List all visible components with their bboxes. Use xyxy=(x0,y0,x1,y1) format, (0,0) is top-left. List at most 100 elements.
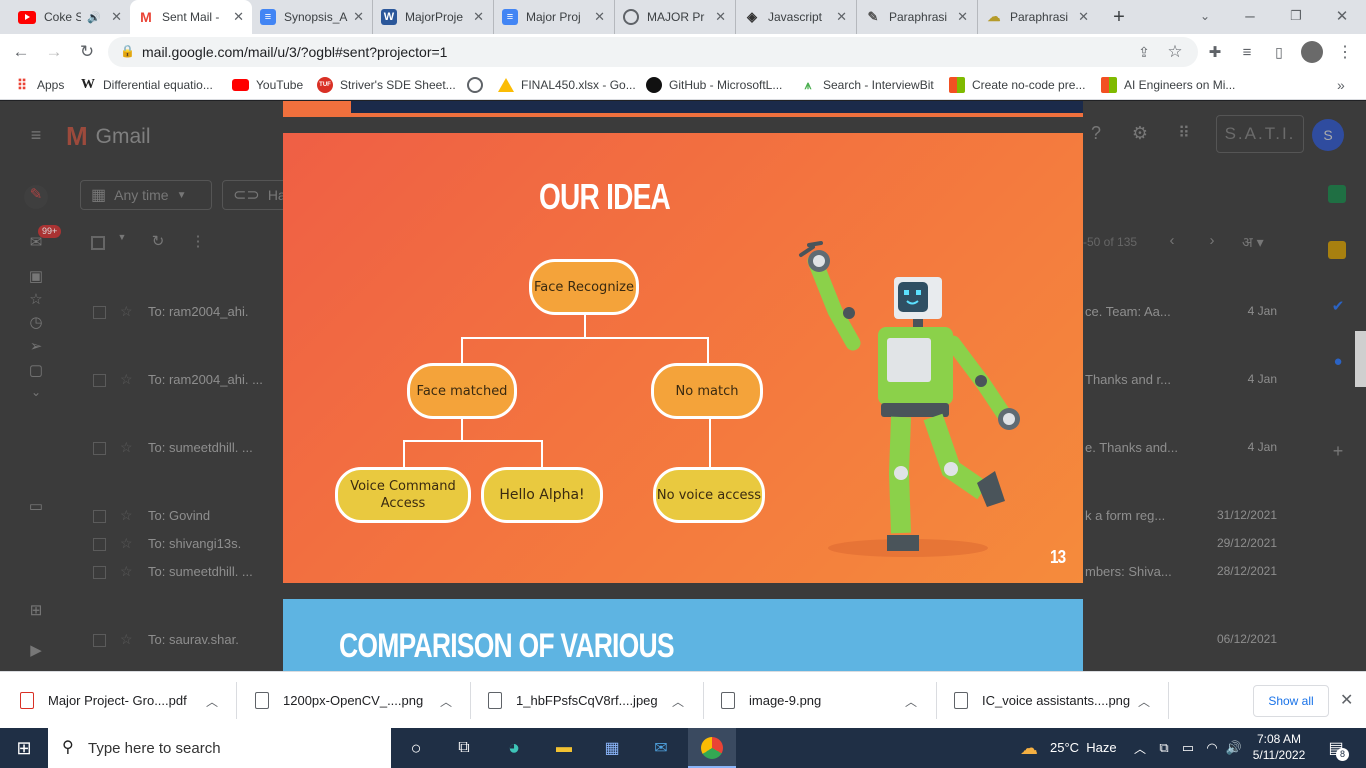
bookmark-github[interactable]: GitHub - MicrosoftL... xyxy=(646,76,782,94)
row-checkbox[interactable] xyxy=(93,566,106,579)
volume-icon[interactable]: 🔊 xyxy=(1222,736,1246,760)
bookmark-differential[interactable]: W Differential equatio... xyxy=(80,76,213,94)
download-item[interactable]: image-9.png ︿ xyxy=(721,672,931,729)
side-panel-icon[interactable]: ▯ xyxy=(1267,40,1291,64)
account-avatar[interactable]: S xyxy=(1312,119,1344,151)
media-control-icon[interactable]: ≡ xyxy=(1235,40,1259,64)
star-icon[interactable]: ☆ xyxy=(120,507,133,524)
account-logo[interactable]: S.A.T.I. xyxy=(1216,115,1304,153)
new-tab-icon[interactable]: + xyxy=(1107,5,1131,29)
reload-icon[interactable]: ↻ xyxy=(75,40,99,64)
gmail-logo[interactable]: M Gmail xyxy=(66,121,151,152)
presentation-slide[interactable]: OUR IDEA Face Recognize Face matched No … xyxy=(283,133,1083,583)
chrome-taskbar-item[interactable] xyxy=(688,728,736,768)
chevron-up-icon[interactable]: ︿ xyxy=(905,693,917,710)
close-tab-icon[interactable]: ✕ xyxy=(233,9,244,25)
download-item[interactable]: 1200px-OpenCV_....png ︿ xyxy=(255,672,465,729)
more-icon[interactable]: ⌄ xyxy=(26,385,46,405)
close-tab-icon[interactable]: ✕ xyxy=(957,9,968,25)
select-all-checkbox[interactable] xyxy=(91,236,105,250)
star-icon[interactable]: ☆ xyxy=(120,439,133,456)
show-hidden-icons[interactable]: ︿ xyxy=(1128,736,1152,760)
tab-sent-mail[interactable]: M Sent Mail - ✕ xyxy=(130,0,252,34)
profile-avatar[interactable] xyxy=(1300,40,1324,64)
close-tab-icon[interactable]: ✕ xyxy=(111,9,122,25)
bookmark-final450[interactable]: FINAL450.xlsx - Go... xyxy=(498,76,636,94)
apps-grid-icon[interactable]: ⠿ xyxy=(1174,123,1194,143)
close-window-icon[interactable]: ✕ xyxy=(1330,4,1354,28)
tab-major-proj[interactable]: ≡ Major Proj ✕ xyxy=(493,0,613,34)
forward-icon[interactable]: → xyxy=(42,40,66,64)
weather-text[interactable]: 25°C Haze xyxy=(1050,740,1117,755)
close-tab-icon[interactable]: ✕ xyxy=(473,9,484,25)
bookmark-interviewbit[interactable]: ⩚ Search - InterviewBit xyxy=(800,76,934,94)
tab-coke[interactable]: Coke S 🔊 ✕ xyxy=(10,0,130,34)
snoozed-icon[interactable]: ◷ xyxy=(26,313,46,333)
tab-paraphrase-1[interactable]: ✎ Paraphrasi ✕ xyxy=(856,0,976,34)
settings-icon[interactable]: ⚙ xyxy=(1130,123,1150,143)
row-checkbox[interactable] xyxy=(93,538,106,551)
sent-icon[interactable]: ➢ xyxy=(26,337,46,357)
download-item[interactable]: Major Project- Gro....pdf ︿ xyxy=(20,672,232,729)
tab-synopsis[interactable]: ≡ Synopsis_A ✕ xyxy=(252,0,372,34)
scrollbar-thumb[interactable] xyxy=(1355,331,1366,387)
address-bar[interactable]: 🔒 mail.google.com/mail/u/3/?ogbl#sent?pr… xyxy=(108,37,1198,67)
bookmark-nocode[interactable]: Create no-code pre... xyxy=(949,76,1085,94)
compose-icon[interactable]: ✎ xyxy=(24,185,48,209)
close-tab-icon[interactable]: ✕ xyxy=(715,9,726,25)
show-all-button[interactable]: Show all xyxy=(1253,685,1329,717)
windows-start-icon[interactable]: ⊞ xyxy=(12,736,36,760)
bookmark-apps[interactable]: ⠿ Apps xyxy=(14,76,65,94)
chevron-up-icon[interactable]: ︿ xyxy=(440,693,452,710)
get-addons-icon[interactable]: + xyxy=(1328,441,1348,461)
bookmark-striver[interactable]: TUF Striver's SDE Sheet... xyxy=(317,76,456,94)
bookmark-ai-engineers[interactable]: AI Engineers on Mi... xyxy=(1101,76,1235,94)
tab-paraphrase-2[interactable]: ☁ Paraphrasi ✕ xyxy=(977,0,1097,34)
main-menu-icon[interactable]: ≡ xyxy=(26,125,46,145)
share-icon[interactable]: ⇪ xyxy=(1132,40,1156,64)
contacts-addon-icon[interactable]: ● xyxy=(1328,353,1348,373)
row-checkbox[interactable] xyxy=(93,634,106,647)
row-checkbox[interactable] xyxy=(93,510,106,523)
refresh-icon[interactable]: ↻ xyxy=(148,232,168,252)
chevron-up-icon[interactable]: ︿ xyxy=(672,693,684,710)
next-page-icon[interactable]: › xyxy=(1202,232,1222,252)
tab-search-icon[interactable]: ⌄ xyxy=(1193,4,1217,28)
close-tab-icon[interactable]: ✕ xyxy=(353,9,364,25)
drafts-icon[interactable]: ▢ xyxy=(26,361,46,381)
meet-now-icon[interactable]: ⧉ xyxy=(1152,736,1176,760)
battery-icon[interactable]: ▭ xyxy=(1176,736,1200,760)
filter-any-time[interactable]: ▦ Any time ▼ xyxy=(80,180,212,210)
chevron-up-icon[interactable]: ︿ xyxy=(206,693,218,710)
more-actions-icon[interactable]: ⋮ xyxy=(188,232,208,252)
tab-javascript[interactable]: ◈ Javascript ✕ xyxy=(735,0,855,34)
star-icon[interactable]: ☆ xyxy=(120,535,133,552)
restore-icon[interactable]: ❐ xyxy=(1284,4,1308,28)
star-icon[interactable]: ☆ xyxy=(120,303,133,320)
chat-icon[interactable]: ▭ xyxy=(26,497,46,517)
row-checkbox[interactable] xyxy=(93,306,106,319)
cortana-icon[interactable]: ○ xyxy=(404,736,428,760)
wifi-icon[interactable]: ◠ xyxy=(1200,736,1224,760)
back-icon[interactable]: ← xyxy=(9,40,33,64)
download-item[interactable]: 1_hbFPsfsCqV8rf....jpeg ︿ xyxy=(488,672,698,729)
sheets-addon-icon[interactable] xyxy=(1328,185,1346,203)
inbox-nav-icon[interactable]: ▣ xyxy=(26,267,46,287)
tab-major-pr[interactable]: MAJOR Pr ✕ xyxy=(614,0,734,34)
weather-icon[interactable]: ☁ xyxy=(1017,736,1041,760)
bookmark-globe[interactable] xyxy=(467,76,490,94)
download-item[interactable]: IC_voice assistants....png ︿ xyxy=(954,672,1164,729)
star-icon[interactable]: ☆ xyxy=(120,563,133,580)
spaces-icon[interactable]: ⊞ xyxy=(26,601,46,621)
close-downloads-icon[interactable]: ✕ xyxy=(1340,690,1353,710)
star-icon[interactable]: ☆ xyxy=(120,631,133,648)
input-language[interactable]: अ ▾ xyxy=(1242,233,1264,252)
row-checkbox[interactable] xyxy=(93,442,106,455)
close-tab-icon[interactable]: ✕ xyxy=(1078,9,1089,25)
file-explorer-icon[interactable]: ▬ xyxy=(552,736,576,760)
task-view-icon[interactable]: ⧉ xyxy=(452,736,476,760)
row-checkbox[interactable] xyxy=(93,374,106,387)
extensions-icon[interactable]: ✚ xyxy=(1203,40,1227,64)
taskbar-search[interactable]: ⚲ Type here to search xyxy=(48,728,391,768)
mail-icon[interactable]: ✉ xyxy=(649,736,673,760)
